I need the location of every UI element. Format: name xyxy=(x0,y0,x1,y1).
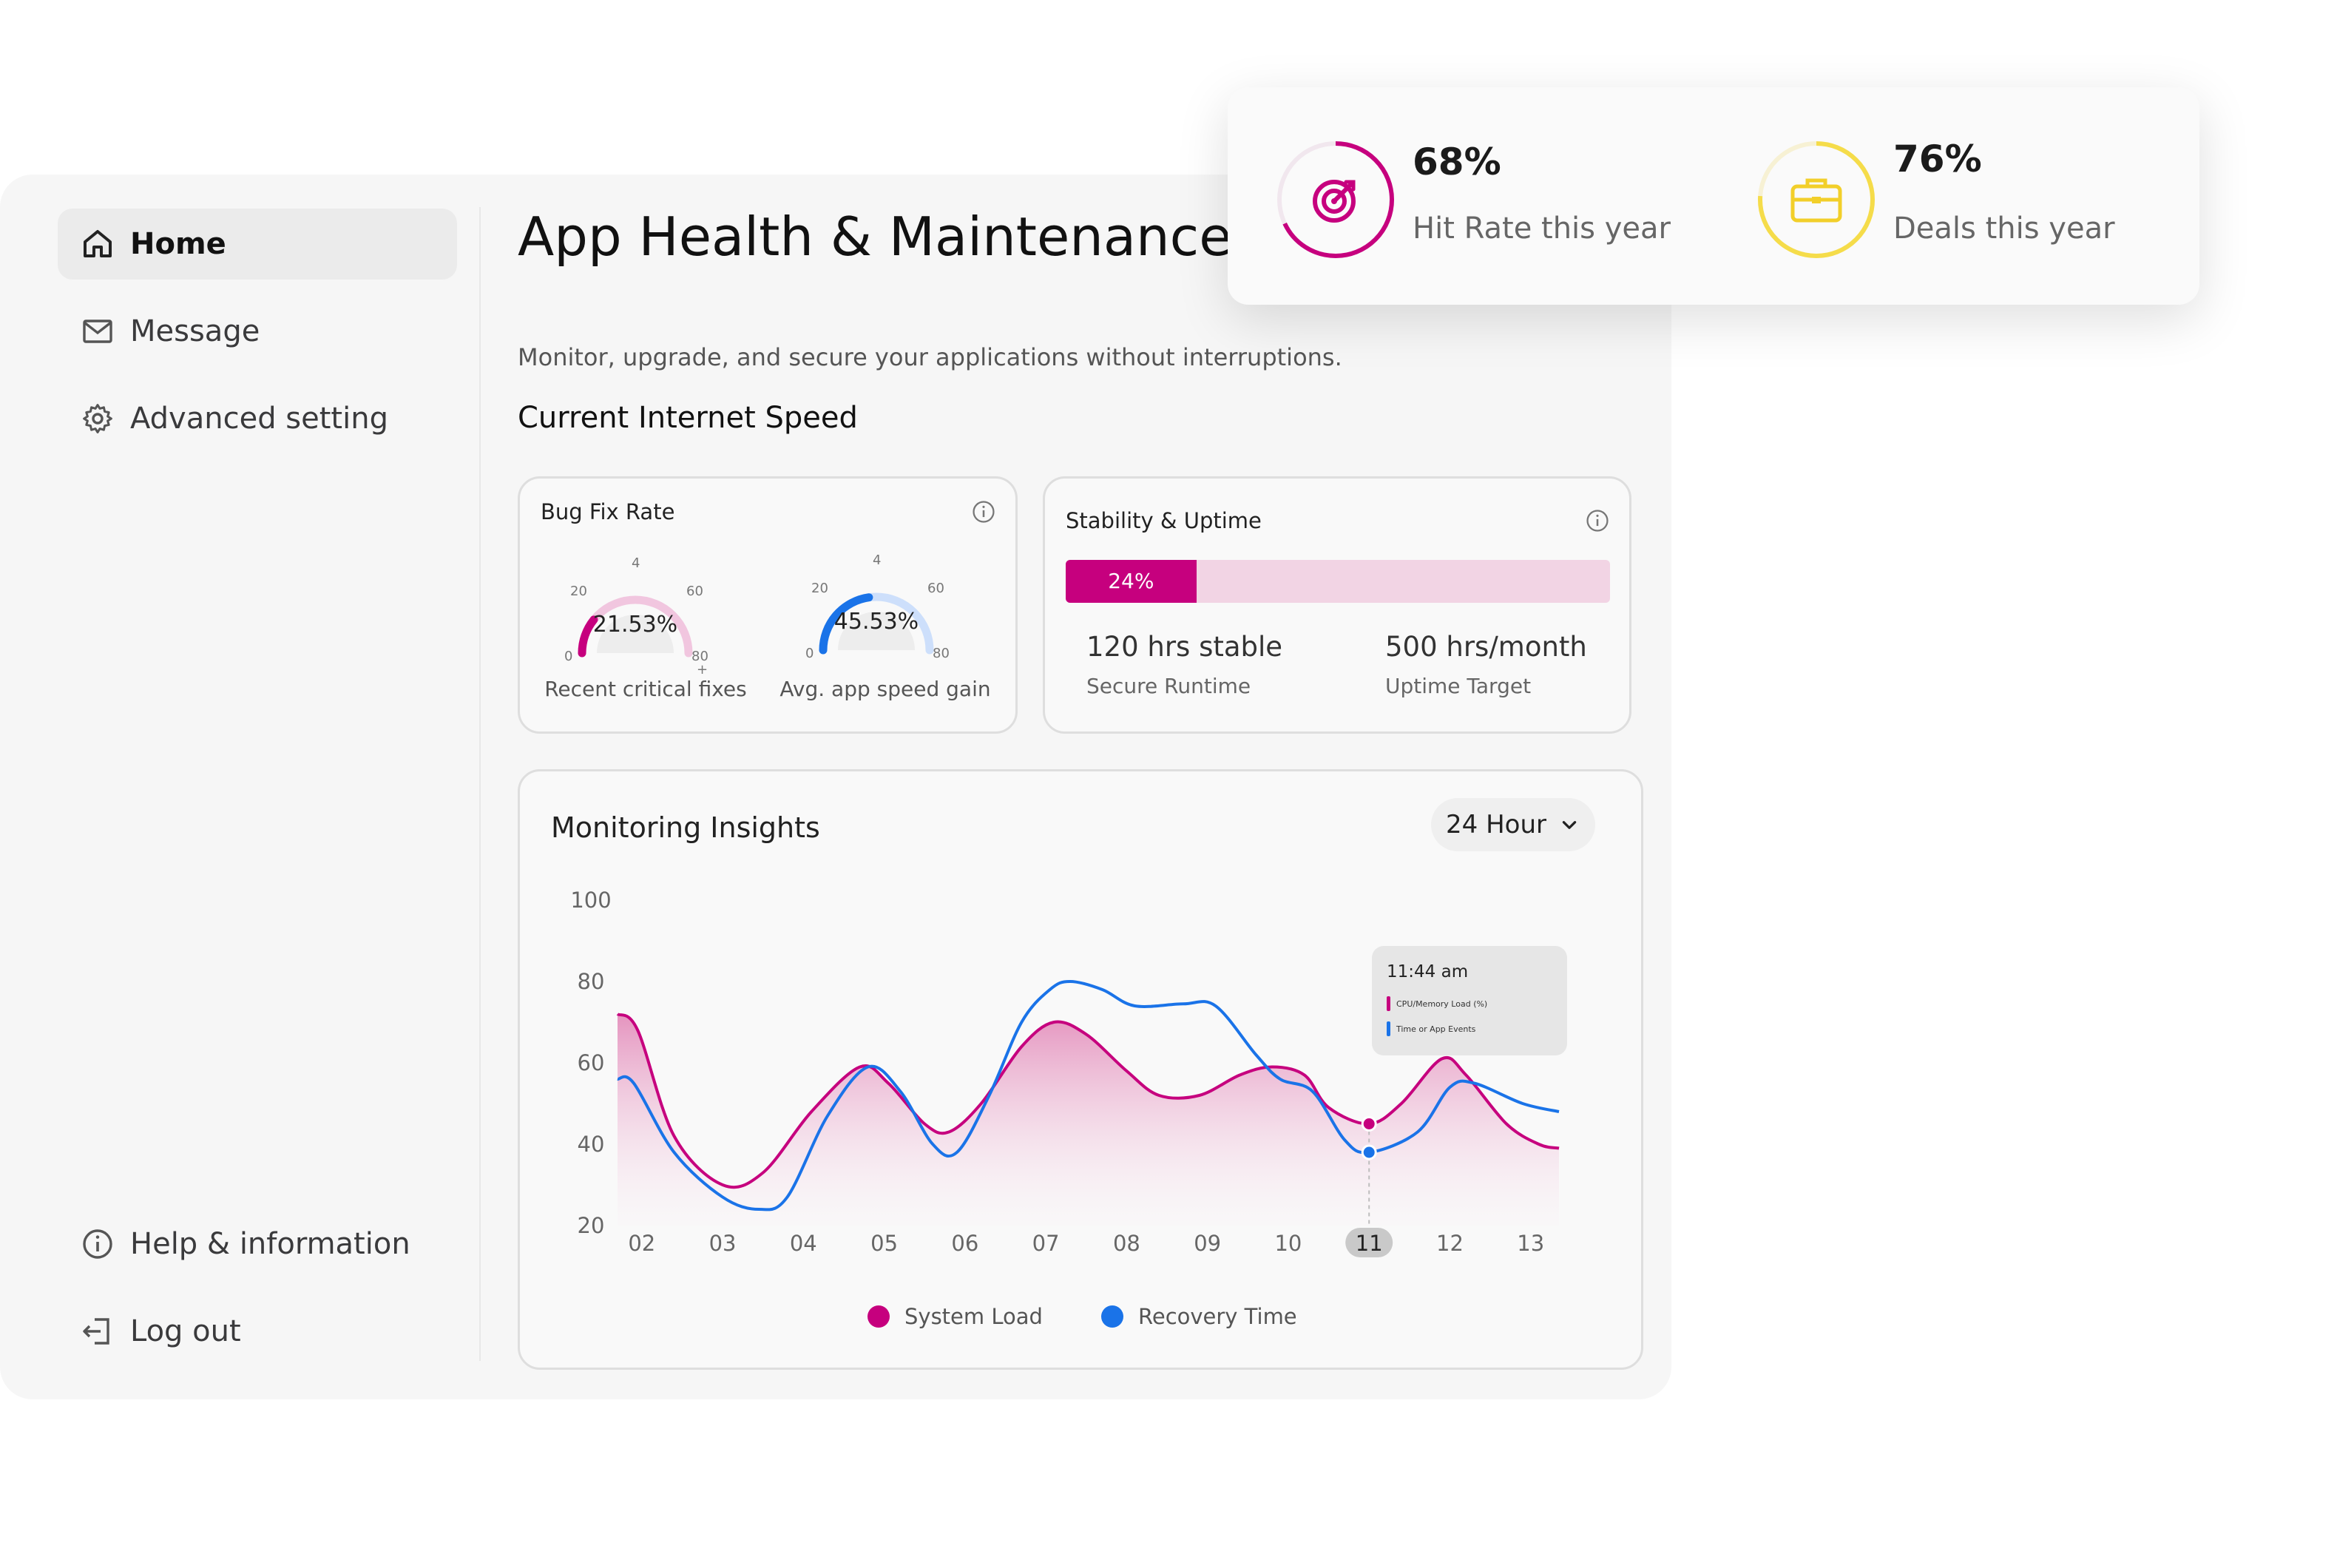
sidebar-item-label: Advanced setting xyxy=(130,402,388,436)
gauge-tick: 4 xyxy=(632,555,640,571)
section-title: Current Internet Speed xyxy=(518,401,858,435)
page-title: App Health & Maintenance xyxy=(518,206,1232,268)
gauge-tick: 0 xyxy=(564,649,573,664)
x-tick-label: 11 xyxy=(1356,1231,1383,1256)
legend-label: Recovery Time xyxy=(1138,1304,1297,1329)
app-window: Home Message Advanced setting Help & inf… xyxy=(0,175,1671,1399)
info-icon xyxy=(83,1229,112,1259)
gauge-label: Avg. app speed gain xyxy=(779,677,991,701)
gauge-tick: 60 xyxy=(927,581,944,596)
gauge-value: 45.53% xyxy=(833,609,919,635)
logout-icon xyxy=(83,1318,109,1345)
hit-rate-ring xyxy=(1275,139,1396,260)
x-tick-label: 05 xyxy=(870,1231,898,1256)
tooltip-row: CPU/Memory Load (%) xyxy=(1387,996,1487,1011)
briefcase-icon xyxy=(1790,178,1842,223)
deals-label: Deals this year xyxy=(1893,212,2115,246)
info-icon[interactable] xyxy=(971,499,996,524)
x-tick-label: 04 xyxy=(790,1231,817,1256)
bug-fix-rate-card: Bug Fix Rate 21.53% 0 20 4 60 80 + Recen… xyxy=(518,476,1018,734)
tooltip-swatch xyxy=(1387,996,1390,1011)
target-icon xyxy=(1313,180,1356,223)
x-tick-label: 07 xyxy=(1032,1231,1060,1256)
gauge-label: Recent critical fixes xyxy=(544,677,747,701)
sidebar-item-home[interactable]: Home xyxy=(58,209,457,280)
x-tick-label: 08 xyxy=(1113,1231,1140,1256)
sidebar-item-logout[interactable]: Log out xyxy=(58,1296,457,1367)
gauge-tick: + xyxy=(697,662,708,677)
kpi-summary-card: 68% Hit Rate this year 76% Deals this ye… xyxy=(1228,87,2199,305)
y-tick-label: 60 xyxy=(578,1050,605,1075)
tooltip-label: CPU/Memory Load (%) xyxy=(1396,998,1488,1009)
tooltip-time: 11:44 am xyxy=(1387,962,1469,981)
gauge-tick: 20 xyxy=(570,584,587,599)
legend-system-load[interactable]: System Load xyxy=(868,1304,1043,1329)
uptime-progress-bar: 24% xyxy=(1066,560,1610,603)
stat-value: 500 hrs/month xyxy=(1385,631,1587,663)
gauge-tick: 4 xyxy=(873,552,882,568)
stat-value: 120 hrs stable xyxy=(1086,631,1283,663)
hit-rate-percent: 68% xyxy=(1413,141,1501,183)
monitoring-insights-card: Monitoring Insights 24 Hour 100 80 60 40 20 … xyxy=(518,769,1643,1370)
tooltip-label: Time or App Events xyxy=(1396,1024,1476,1034)
uptime-progress-fill: 24% xyxy=(1066,560,1197,603)
gauge-avg-app-speed-gain: 45.53% 0 20 4 60 80 xyxy=(788,548,965,661)
deals-percent: 76% xyxy=(1893,138,1982,180)
page-subtitle: Monitor, upgrade, and secure your applic… xyxy=(518,343,1342,371)
tooltip-swatch xyxy=(1387,1021,1390,1036)
sidebar-divider xyxy=(479,207,481,1361)
sidebar-item-advanced-setting[interactable]: Advanced setting xyxy=(58,383,457,454)
sidebar-item-label: Help & information xyxy=(130,1227,410,1261)
deals-ring xyxy=(1756,139,1877,260)
legend-dot xyxy=(868,1305,890,1328)
sidebar-item-label: Log out xyxy=(130,1314,241,1348)
y-tick-label: 20 xyxy=(578,1213,605,1238)
gear-icon xyxy=(83,404,112,433)
x-tick-label: 03 xyxy=(709,1231,737,1256)
legend-dot xyxy=(1101,1305,1123,1328)
stat-label: Uptime Target xyxy=(1385,674,1532,698)
ring-svg xyxy=(1758,141,1875,258)
sidebar: Home Message Advanced setting Help & inf… xyxy=(0,175,481,1399)
ring-svg xyxy=(1277,141,1394,258)
y-tick-label: 100 xyxy=(570,888,611,913)
x-tick-label: 13 xyxy=(1517,1231,1544,1256)
chart-tooltip: 11:44 am CPU/Memory Load (%) Time or App… xyxy=(1372,946,1567,1055)
sidebar-item-help[interactable]: Help & information xyxy=(58,1209,457,1280)
gauge-tick: 20 xyxy=(811,581,828,596)
sidebar-item-message[interactable]: Message xyxy=(58,296,457,367)
main-content: App Health & Maintenance Monitor, upgrad… xyxy=(518,175,1671,1399)
gauge-tick: 0 xyxy=(805,646,814,661)
x-tick-label: 10 xyxy=(1274,1231,1302,1256)
info-icon[interactable] xyxy=(1585,508,1610,533)
chart-point-marker xyxy=(1361,1144,1377,1160)
card-title: Stability & Uptime xyxy=(1066,508,1262,533)
y-tick-label: 40 xyxy=(578,1132,605,1157)
tooltip-row: Time or App Events xyxy=(1387,1021,1475,1036)
card-title: Bug Fix Rate xyxy=(541,499,675,524)
home-icon xyxy=(84,230,112,257)
x-tick-label: 09 xyxy=(1194,1231,1221,1256)
legend-recovery-time[interactable]: Recovery Time xyxy=(1101,1304,1297,1329)
gauge-recent-critical-fixes: 21.53% 0 20 4 60 80 + xyxy=(547,551,724,677)
chart-point-marker xyxy=(1361,1116,1377,1132)
uptime-progress-label: 24% xyxy=(1108,569,1154,593)
x-tick-label: 02 xyxy=(628,1231,655,1256)
legend-label: System Load xyxy=(904,1304,1043,1329)
x-tick-label: 06 xyxy=(951,1231,978,1256)
y-tick-label: 80 xyxy=(578,969,605,994)
mail-icon xyxy=(83,320,112,343)
gauge-tick: 60 xyxy=(686,584,703,599)
gauge-tick: 80 xyxy=(933,646,950,661)
stat-label: Secure Runtime xyxy=(1086,674,1251,698)
stability-uptime-card: Stability & Uptime 24% 120 hrs stable Se… xyxy=(1043,476,1631,734)
hit-rate-label: Hit Rate this year xyxy=(1413,212,1671,246)
sidebar-item-label: Home xyxy=(130,227,226,261)
gauge-value: 21.53% xyxy=(592,612,678,638)
x-tick-label: 12 xyxy=(1436,1231,1464,1256)
sidebar-item-label: Message xyxy=(130,314,260,348)
